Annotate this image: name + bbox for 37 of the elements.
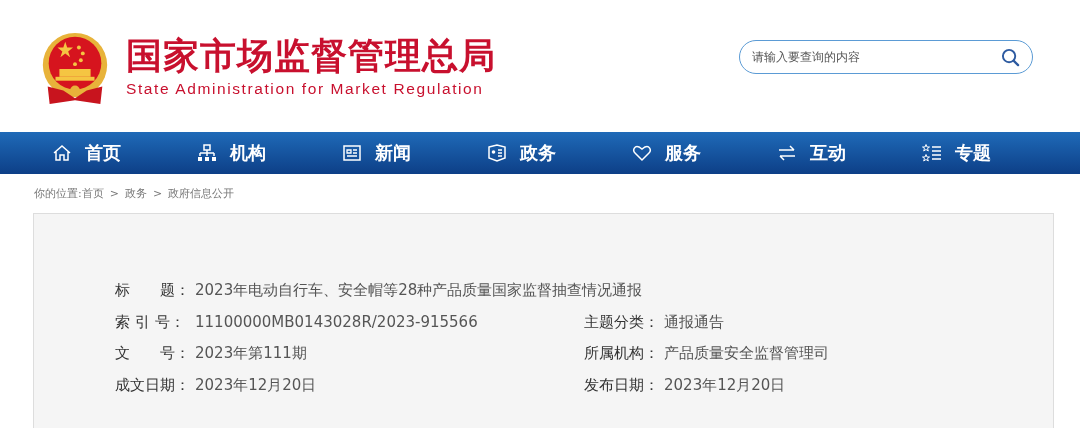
field-label: 文 号： [115, 344, 191, 364]
field-value: 2023年12月20日 [664, 375, 786, 395]
field-label: 标 题： [115, 281, 191, 301]
field-label: 成文日期： [115, 375, 191, 395]
heart-icon [632, 143, 652, 163]
nav-item[interactable]: 机构 [197, 141, 342, 165]
breadcrumb-link[interactable]: 首页 [81, 187, 104, 200]
field-value: 2023年第111期 [195, 344, 307, 364]
nav-item[interactable]: 专题 [922, 141, 1067, 165]
field-label: 主题分类： [584, 312, 660, 332]
breadcrumb-separator: > [109, 187, 119, 200]
breadcrumb-prefix: 你的位置: [34, 187, 82, 200]
field-value: 通报通告 [664, 312, 724, 332]
field-label: 所属机构： [584, 344, 660, 364]
nav-item[interactable]: 首页 [52, 141, 197, 165]
house-icon [52, 143, 72, 163]
field-value: 产品质量安全监督管理司 [664, 344, 829, 364]
field-value: 2023年12月20日 [195, 375, 317, 395]
search-field[interactable]: 请输入要查询的内容 [739, 40, 1033, 74]
field-value: 2023年电动自行车、安全帽等28种产品质量国家监督抽查情况通报 [195, 281, 643, 301]
site-subtitle: State Administration for Market Regulation [126, 80, 485, 98]
breadcrumb-link[interactable]: 政务 [124, 187, 147, 200]
newspaper-icon [342, 143, 362, 163]
field-label: 索 引 号： [115, 312, 186, 332]
exchange-arrows-icon [777, 143, 797, 163]
nav-item[interactable]: 互动 [777, 141, 922, 165]
search-icon[interactable] [1001, 48, 1020, 67]
nav-item[interactable]: 政务 [487, 141, 632, 165]
nav-item[interactable]: 新闻 [342, 141, 487, 165]
breadcrumb-separator: > [152, 187, 163, 200]
nav-item[interactable]: 服务 [632, 141, 777, 165]
org-chart-icon [197, 143, 217, 163]
site-title: 国家市场监督管理总局 [126, 34, 496, 78]
star-list-icon [922, 143, 942, 163]
field-label: 发布日期： [584, 375, 660, 395]
breadcrumb-link[interactable]: 政府信息公开 [168, 187, 235, 200]
field-value: 11100000MB0143028R/2023-915566 [195, 312, 478, 332]
